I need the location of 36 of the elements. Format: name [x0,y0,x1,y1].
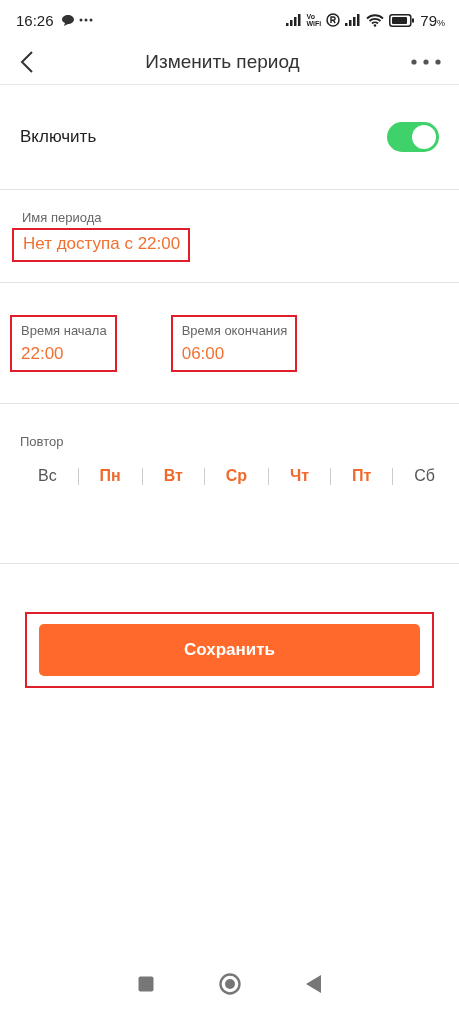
field-label: Имя периода [21,210,102,225]
repeat-label: Повтор [20,434,65,449]
battery-icon [389,13,416,27]
more-icon [78,18,93,22]
back-icon [20,50,34,74]
toggle-switch[interactable] [387,122,439,152]
day-toggle[interactable]: Ср [223,463,250,489]
save-button[interactable]: Сохранить [39,624,420,676]
time-field[interactable]: Время окончания 06:00 [170,314,298,372]
day-toggle[interactable]: Пт [349,463,374,489]
square-icon [137,976,154,992]
day-toggle[interactable]: Чт [288,463,312,489]
time-value: 06:00 [181,343,226,364]
wifi-icon [366,13,385,27]
more-icon [411,59,441,65]
day-toggle[interactable]: Сб [412,463,437,489]
enable-label: Включить [20,127,97,147]
battery-percent: 79% [420,11,445,29]
time-value: 22:00 [21,343,65,364]
roaming-icon [326,13,341,27]
signal-icon [285,14,302,26]
status-time: 16:26 [16,11,54,29]
chat-icon [61,14,74,26]
triangle-icon [305,975,322,993]
home-button[interactable] [216,971,243,997]
field-label: Время начала [21,322,107,338]
signal-icon [345,14,362,26]
day-toggle[interactable]: Пн [97,463,123,489]
circle-icon [218,973,241,995]
recents-button[interactable] [135,974,156,994]
field-label: Время окончания [181,322,288,338]
page-title: Изменить период [145,51,300,73]
time-field[interactable]: Время начала 22:00 [10,314,117,372]
day-toggle[interactable]: Вт [161,463,185,489]
day-toggle[interactable]: Вс [36,463,59,489]
period-name-field[interactable]: Нет доступа с 22:00 [12,228,191,262]
